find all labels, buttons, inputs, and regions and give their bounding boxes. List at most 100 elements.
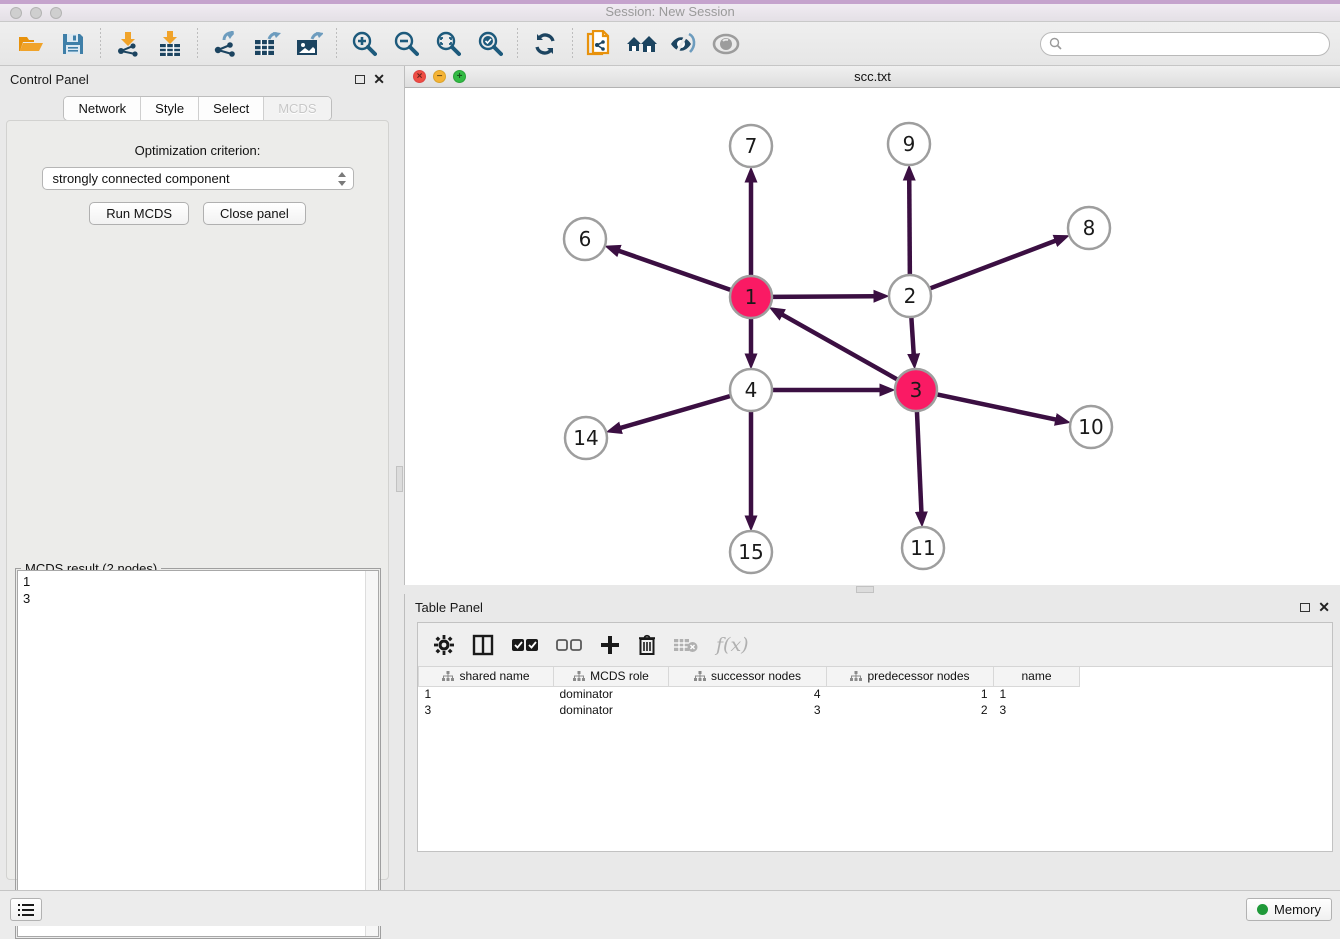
tab-mcds[interactable]: MCDS	[264, 97, 330, 120]
table-cell[interactable]: 3	[419, 702, 554, 718]
graph-node-6[interactable]: 6	[564, 218, 606, 260]
open-session-button[interactable]	[10, 26, 52, 62]
close-panel-button[interactable]: Close panel	[203, 202, 306, 225]
edge-3-10[interactable]	[937, 394, 1056, 419]
edge-4-14[interactable]	[621, 396, 731, 428]
mcds-panel: Optimization criterion: strongly connect…	[6, 120, 389, 880]
zoom-selected-button[interactable]	[469, 26, 511, 62]
function-builder-button[interactable]: f(x)	[716, 634, 749, 656]
table-cell[interactable]: 3	[669, 702, 827, 718]
float-panel-icon[interactable]	[1300, 603, 1310, 612]
result-scrollbar[interactable]	[365, 571, 378, 936]
select-all-columns-button[interactable]	[512, 638, 538, 652]
zoom-fit-icon	[435, 31, 461, 57]
search-input[interactable]	[1066, 37, 1321, 51]
zoom-out-button[interactable]	[385, 26, 427, 62]
list-icon	[18, 903, 34, 917]
columns-icon	[472, 634, 494, 656]
refresh-button[interactable]	[524, 26, 566, 62]
table-row[interactable]: 3dominator323	[419, 702, 1080, 718]
splitter-grip[interactable]	[396, 466, 403, 492]
tab-style[interactable]: Style	[141, 97, 199, 120]
optimization-criterion-select[interactable]: strongly connected component	[42, 167, 354, 190]
table-cell[interactable]: 1	[827, 686, 994, 702]
zoom-fit-button[interactable]	[427, 26, 469, 62]
tab-select[interactable]: Select	[199, 97, 264, 120]
graph-node-8[interactable]: 8	[1068, 207, 1110, 249]
edge-2-3[interactable]	[911, 317, 913, 354]
tab-network[interactable]: Network	[64, 97, 141, 120]
save-session-button[interactable]	[52, 26, 94, 62]
network-minimize-button[interactable]: −	[433, 70, 446, 83]
import-table-button[interactable]	[149, 26, 191, 62]
close-panel-icon[interactable]: ✕	[1318, 602, 1330, 612]
table-cell[interactable]: 4	[669, 686, 827, 702]
column-header-shared-name[interactable]: shared name	[419, 667, 554, 686]
hide-panel-button[interactable]	[705, 26, 747, 62]
column-header-MCDS-role[interactable]: MCDS role	[554, 667, 669, 686]
table-settings-button[interactable]	[434, 635, 454, 655]
graph-node-10[interactable]: 10	[1070, 406, 1112, 448]
export-image-button[interactable]	[288, 26, 330, 62]
horizontal-splitter[interactable]	[404, 585, 1340, 594]
style-vizmapper-button[interactable]	[663, 26, 705, 62]
toolbar-separator	[336, 28, 337, 60]
close-panel-icon[interactable]: ✕	[373, 74, 385, 84]
save-icon	[61, 32, 85, 56]
duplicate-network-button[interactable]	[579, 26, 621, 62]
export-network-button[interactable]	[204, 26, 246, 62]
graph-node-11[interactable]: 11	[902, 527, 944, 569]
network-close-button[interactable]: ×	[413, 70, 426, 83]
float-panel-icon[interactable]	[355, 75, 365, 84]
graph-node-9[interactable]: 9	[888, 123, 930, 165]
create-column-button[interactable]	[600, 635, 620, 655]
task-history-button[interactable]	[10, 898, 42, 921]
run-mcds-button[interactable]: Run MCDS	[89, 202, 189, 225]
unchecked-boxes-icon	[556, 638, 582, 652]
table-row[interactable]: 1dominator411	[419, 686, 1080, 702]
graph-node-15[interactable]: 15	[730, 531, 772, 573]
deselect-all-columns-button[interactable]	[556, 638, 582, 652]
toolbar-separator	[517, 28, 518, 60]
table-cell[interactable]: 2	[827, 702, 994, 718]
table-cell[interactable]: dominator	[554, 686, 669, 702]
splitter-grip[interactable]	[856, 586, 874, 593]
vertical-splitter[interactable]	[395, 66, 404, 890]
zoom-in-icon	[351, 31, 377, 57]
network-maximize-button[interactable]: +	[453, 70, 466, 83]
layout-button[interactable]	[621, 26, 663, 62]
table-cell[interactable]: 1	[994, 686, 1080, 702]
export-table-button[interactable]	[246, 26, 288, 62]
network-graph[interactable]: 1 2 3 4 6 7 8 9 10 11 14 15	[405, 88, 1340, 585]
network-window-titlebar[interactable]: × − + scc.txt	[405, 66, 1340, 88]
column-header-successor-nodes[interactable]: successor nodes	[669, 667, 827, 686]
delete-column-button[interactable]	[638, 634, 656, 655]
table-cell[interactable]: 3	[994, 702, 1080, 718]
column-header-name[interactable]: name	[994, 667, 1080, 686]
network-canvas[interactable]: 1 2 3 4 6 7 8 9 10 11 14 15	[405, 88, 1340, 585]
edge-1-2[interactable]	[772, 296, 874, 297]
table-cell[interactable]: dominator	[554, 702, 669, 718]
node-label: 14	[573, 426, 598, 450]
column-header-predecessor-nodes[interactable]: predecessor nodes	[827, 667, 994, 686]
edge-2-8[interactable]	[930, 241, 1056, 289]
graph-node-1[interactable]: 1	[730, 276, 772, 318]
delete-table-button[interactable]	[674, 637, 698, 653]
toolbar-search[interactable]	[1040, 32, 1330, 56]
memory-button[interactable]: Memory	[1246, 898, 1332, 921]
graph-node-7[interactable]: 7	[730, 125, 772, 167]
edge-3-1[interactable]	[782, 315, 897, 380]
graph-node-2[interactable]: 2	[889, 275, 931, 317]
graph-node-4[interactable]: 4	[730, 369, 772, 411]
column-chooser-button[interactable]	[472, 634, 494, 656]
table-panel: Table Panel ✕	[404, 594, 1340, 890]
graph-node-14[interactable]: 14	[565, 417, 607, 459]
zoom-in-button[interactable]	[343, 26, 385, 62]
table-cell[interactable]: 1	[419, 686, 554, 702]
import-network-button[interactable]	[107, 26, 149, 62]
edge-1-6[interactable]	[619, 251, 731, 290]
graph-node-3[interactable]: 3	[895, 369, 937, 411]
mcds-result-text[interactable]: 1 3	[17, 570, 379, 937]
edge-3-11[interactable]	[917, 411, 921, 512]
edge-2-9[interactable]	[909, 180, 910, 275]
